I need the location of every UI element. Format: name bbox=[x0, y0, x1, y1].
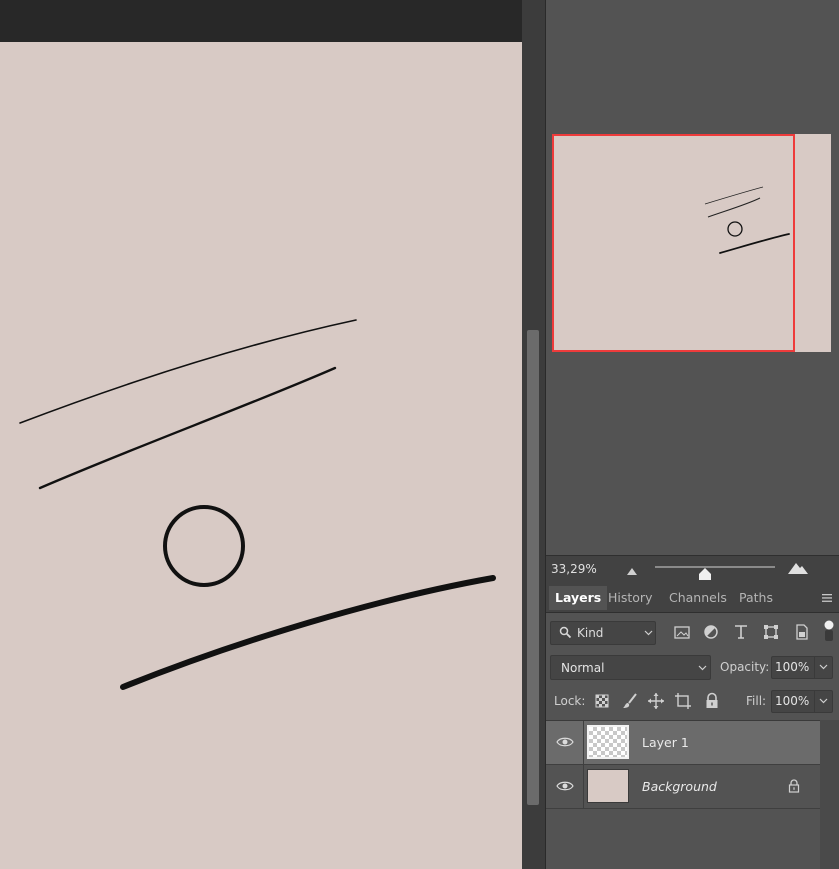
type-filter-icon[interactable] bbox=[732, 623, 750, 641]
layer-thumbnail-transparent[interactable] bbox=[587, 725, 629, 759]
lock-all-icon[interactable] bbox=[703, 692, 721, 710]
fill-label: Fill: bbox=[746, 694, 767, 708]
lock-transparency-icon[interactable] bbox=[593, 692, 611, 710]
tab-paths[interactable]: Paths bbox=[733, 586, 779, 610]
layers-scrollbar[interactable] bbox=[820, 720, 839, 869]
scrollbar-thumb[interactable] bbox=[527, 330, 539, 805]
tab-channels[interactable]: Channels bbox=[663, 586, 733, 610]
circle-stroke bbox=[163, 505, 245, 587]
zoom-slider-knob[interactable] bbox=[698, 568, 712, 580]
eye-icon[interactable] bbox=[556, 780, 574, 792]
opacity-label: Opacity: bbox=[720, 660, 770, 674]
navigator-view-box[interactable] bbox=[552, 134, 795, 352]
blend-mode-value: Normal bbox=[561, 661, 605, 675]
image-filter-icon[interactable] bbox=[673, 623, 691, 641]
document-canvas[interactable] bbox=[0, 42, 522, 869]
thick-stroke bbox=[120, 575, 496, 690]
chevron-down-icon bbox=[698, 665, 707, 671]
filter-toggle-icon[interactable] bbox=[823, 619, 835, 643]
lock-artboard-icon[interactable] bbox=[674, 692, 692, 710]
zoom-slider[interactable] bbox=[655, 566, 775, 568]
tab-layers[interactable]: Layers bbox=[549, 586, 608, 610]
layer-thumbnail-background[interactable] bbox=[587, 769, 629, 803]
opacity-value[interactable]: 100% bbox=[775, 660, 809, 674]
layer-name[interactable]: Background bbox=[642, 779, 717, 794]
chevron-down-icon bbox=[644, 630, 653, 636]
layer-row-background[interactable]: Background bbox=[546, 765, 820, 809]
small-mountain-icon[interactable] bbox=[624, 563, 640, 577]
lock-label: Lock: bbox=[554, 694, 586, 708]
chevron-down-icon[interactable] bbox=[819, 698, 828, 704]
adjustment-filter-icon[interactable] bbox=[702, 623, 720, 641]
lock-paint-icon[interactable] bbox=[621, 692, 639, 710]
document-tab-bar bbox=[0, 0, 522, 42]
smart-object-filter-icon[interactable] bbox=[793, 623, 811, 641]
canvas-strokes bbox=[19, 319, 496, 690]
eye-icon[interactable] bbox=[556, 736, 574, 748]
thin-stroke-2 bbox=[38, 366, 337, 490]
large-mountain-icon[interactable] bbox=[787, 560, 809, 576]
filter-kind-label: Kind bbox=[577, 626, 604, 640]
search-icon bbox=[559, 626, 572, 639]
panel-menu-icon[interactable] bbox=[820, 593, 834, 603]
row-separator bbox=[583, 765, 584, 809]
chevron-down-icon[interactable] bbox=[819, 664, 828, 670]
shape-filter-icon[interactable] bbox=[762, 623, 780, 641]
thin-stroke-1 bbox=[19, 319, 357, 424]
layer-name[interactable]: Layer 1 bbox=[642, 735, 689, 750]
fill-value[interactable]: 100% bbox=[775, 694, 809, 708]
opacity-divider bbox=[814, 657, 815, 678]
layer-list-empty-area[interactable] bbox=[546, 809, 820, 869]
lock-position-icon[interactable] bbox=[647, 692, 665, 710]
fill-divider bbox=[814, 691, 815, 712]
row-separator bbox=[583, 721, 584, 765]
zoom-value[interactable]: 33,29% bbox=[551, 562, 597, 576]
layer-row-layer-1[interactable]: Layer 1 bbox=[546, 721, 820, 765]
lock-icon[interactable] bbox=[788, 779, 800, 793]
tab-history[interactable]: History bbox=[602, 586, 658, 610]
